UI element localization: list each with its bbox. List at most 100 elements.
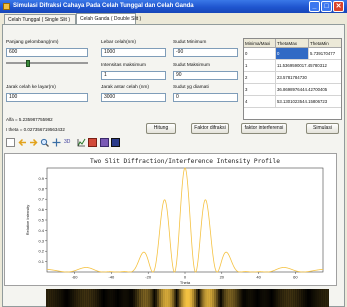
- y-tick-label: 0.4: [38, 228, 44, 233]
- screen-distance-field[interactable]: 100: [6, 93, 88, 102]
- table-cell[interactable]: 0: [276, 48, 309, 60]
- home-icon[interactable]: [6, 138, 15, 147]
- table-cell[interactable]: 53.1301023544.15806723: [276, 96, 341, 108]
- export-icon[interactable]: [88, 138, 97, 147]
- 3d-icon[interactable]: 3D: [64, 138, 73, 147]
- pan-icon-glyph: [52, 138, 61, 147]
- fringe-band: [169, 289, 172, 307]
- table-cell[interactable]: 5.739170477: [309, 48, 341, 60]
- fringe-band: [211, 289, 215, 307]
- table-cell[interactable]: 0: [244, 48, 276, 60]
- slit-distance-label: Jarak antar celah (nm): [101, 85, 149, 90]
- fringe-band: [185, 289, 188, 307]
- table-header[interactable]: ThetaMin: [309, 39, 341, 48]
- fringe-band: [126, 289, 130, 307]
- fringe-band: [320, 289, 324, 307]
- minima-maxima-table[interactable]: Minima/Maxi ThetaMax ThetaMin 0 0 5.7391…: [243, 38, 342, 120]
- slit-width-field[interactable]: 1000: [101, 48, 166, 57]
- table-cell[interactable]: 3: [244, 84, 276, 96]
- fringe-band: [84, 289, 87, 307]
- table-header[interactable]: ThetaMax: [276, 39, 309, 48]
- close-button[interactable]: ✕: [333, 1, 344, 12]
- fringe-band: [110, 289, 114, 307]
- fringe-band: [280, 289, 283, 307]
- angle-step-label: Sudut yg diamati: [173, 85, 209, 90]
- y-tick-label: 0.8: [38, 186, 44, 191]
- table-cell[interactable]: 1: [244, 60, 276, 72]
- diffraction-factor-button[interactable]: Faktor difraksi: [191, 123, 229, 134]
- fringe-band: [157, 289, 160, 307]
- intensity-series-line: [46, 167, 324, 273]
- fringe-band: [119, 289, 121, 307]
- fringe-band: [171, 289, 174, 307]
- min-angle-field[interactable]: -90: [173, 48, 238, 57]
- fringe-band: [326, 289, 329, 307]
- wavelength-slider-thumb[interactable]: [25, 60, 30, 67]
- save-icon[interactable]: [111, 138, 120, 147]
- compute-button[interactable]: Hitung: [146, 123, 176, 134]
- title-bar: Simulasi Difraksi Cahaya Pada Celah Tung…: [0, 0, 347, 13]
- fringe-band: [258, 289, 260, 307]
- fringe-band: [246, 289, 249, 307]
- back-icon[interactable]: [18, 138, 27, 147]
- table-cell[interactable]: 4: [244, 96, 276, 108]
- fringe-band: [278, 289, 281, 307]
- fringe-band: [220, 289, 222, 307]
- table-cell[interactable]: 23.5781784730: [276, 72, 341, 84]
- fringe-band: [50, 289, 53, 307]
- table-cell[interactable]: 2: [244, 72, 276, 84]
- interference-factor-button[interactable]: faktor interferensi: [241, 123, 287, 134]
- table-cell[interactable]: 11.5369590017.45780312: [276, 60, 341, 72]
- fringe-band: [300, 289, 304, 307]
- fringe-band: [201, 289, 204, 307]
- chart-edit-icon[interactable]: [77, 138, 86, 147]
- angle-step-field[interactable]: 0: [173, 93, 238, 102]
- x-tick-label: -40: [109, 275, 116, 280]
- fringe-band: [203, 289, 206, 307]
- wavelength-slider-track[interactable]: [6, 62, 88, 64]
- pan-icon[interactable]: [52, 138, 61, 147]
- fringe-band: [262, 289, 265, 307]
- fringe-band: [60, 289, 63, 307]
- image-icon[interactable]: [100, 138, 109, 147]
- x-tick-label: 40: [256, 275, 261, 280]
- fringe-band: [74, 289, 77, 307]
- zoom-icon[interactable]: [40, 138, 49, 147]
- fringe-band: [78, 289, 81, 307]
- fringe-band: [153, 289, 155, 307]
- intensity-chart[interactable]: Two Slit Diffraction/Interference Intens…: [4, 153, 337, 286]
- simulate-button[interactable]: Simulasi: [306, 123, 339, 134]
- minimize-button[interactable]: _: [309, 1, 320, 12]
- tab-double-slit[interactable]: Celah Ganda ( Double Slit ): [76, 13, 141, 24]
- table-header[interactable]: Minima/Maxi: [244, 39, 276, 48]
- y-tick-label: 0.5: [38, 218, 44, 223]
- tab-single-slit[interactable]: Celah Tunggal ( Single Slit ): [4, 14, 76, 24]
- fringe-band: [68, 289, 70, 307]
- fringe-band: [82, 289, 85, 307]
- fringe-band: [120, 289, 124, 307]
- wavelength-field[interactable]: 600: [6, 48, 88, 57]
- maximize-button[interactable]: □: [321, 1, 332, 12]
- fringe-band: [195, 289, 198, 307]
- fringe-band: [294, 289, 297, 307]
- slit-distance-field[interactable]: 3000: [101, 93, 166, 102]
- fringe-band: [302, 289, 306, 307]
- fringe-band: [221, 289, 225, 307]
- chart-edit-icon-glyph: [77, 138, 86, 147]
- min-angle-label: Sudut Minimum: [173, 40, 207, 45]
- fringe-band: [163, 289, 166, 307]
- fringe-band: [173, 289, 176, 307]
- fringe-band: [145, 289, 148, 307]
- y-tick-label: 0.6: [38, 207, 44, 212]
- table-cell[interactable]: 36.8698976444.42700405: [276, 84, 341, 96]
- fringe-band: [117, 289, 119, 307]
- forward-icon[interactable]: [29, 138, 38, 147]
- fringe-band: [64, 289, 66, 307]
- fringe-band: [205, 289, 209, 307]
- max-angle-field[interactable]: 90: [173, 71, 238, 80]
- max-intensity-field[interactable]: 1: [101, 71, 166, 80]
- fringe-band: [309, 289, 311, 307]
- fringe-band: [225, 289, 229, 307]
- fringe-band: [56, 289, 59, 307]
- x-tick-label: 0: [184, 275, 187, 280]
